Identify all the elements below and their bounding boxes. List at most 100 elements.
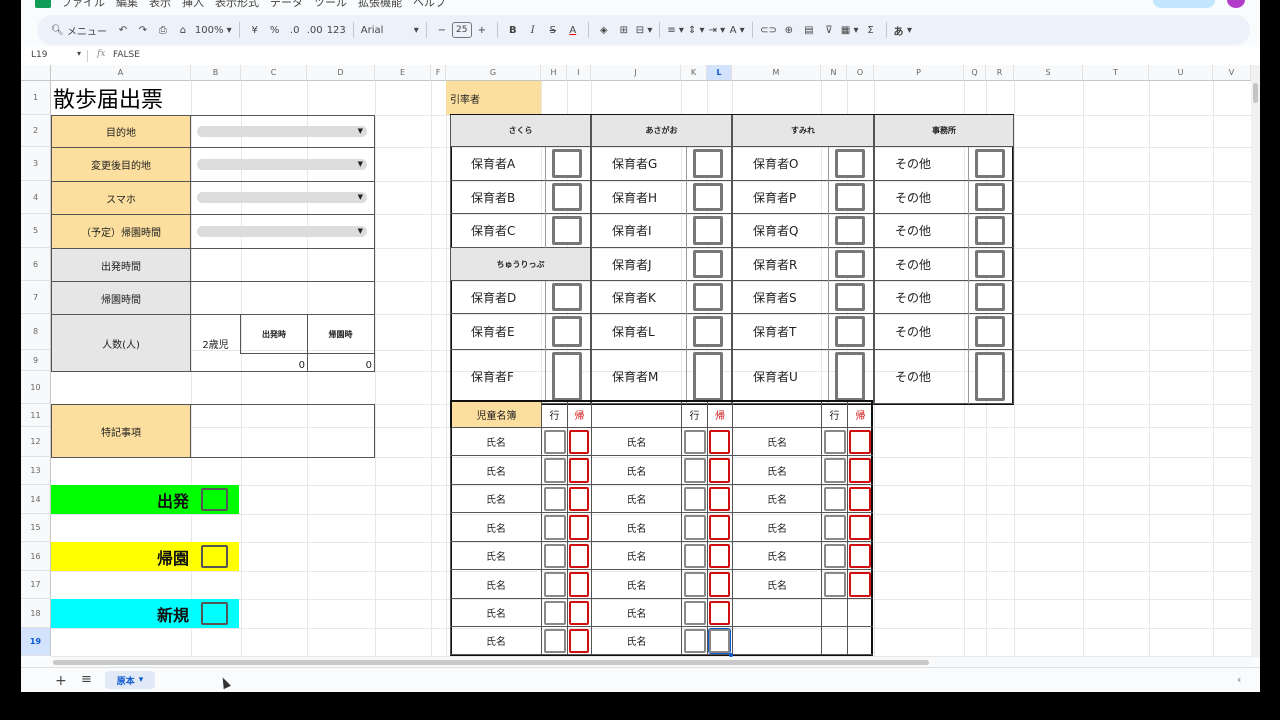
checkbox[interactable] [824,544,846,568]
horizontal-scrollbar[interactable] [51,657,1251,667]
checkbox[interactable] [849,515,871,540]
row-header[interactable]: 1 [21,81,51,115]
checkbox[interactable] [849,572,871,597]
roster-name-cell[interactable]: 氏名 [732,513,821,542]
column-header[interactable]: G [446,65,541,81]
name-box[interactable]: L19 [31,50,47,60]
row-header[interactable]: 15 [21,514,51,542]
checkbox[interactable] [552,216,582,245]
roster-name-cell[interactable]: 氏名 [591,428,681,456]
checkbox[interactable] [824,572,846,597]
checkbox[interactable] [684,430,706,454]
checkbox[interactable] [709,544,730,568]
row-header[interactable]: 6 [21,248,51,281]
column-header[interactable]: B [191,65,241,81]
back-cell[interactable] [847,627,873,655]
row-header[interactable]: 10 [21,371,51,404]
row-header[interactable]: 11 [21,404,51,427]
column-header[interactable]: P [874,65,964,81]
back-cell[interactable] [707,456,732,485]
back-cell[interactable] [707,513,732,542]
roster-name-cell[interactable]: 氏名 [591,570,681,599]
checkbox[interactable] [569,430,589,454]
go-cell[interactable] [541,570,567,599]
roster-name-cell[interactable]: 氏名 [450,513,541,542]
font-select[interactable]: Arial ▾ [359,19,421,41]
go-cell[interactable] [821,627,847,655]
borders-icon[interactable]: ⊞ [614,19,634,41]
input-tools-button[interactable]: あ ▾ [892,19,915,41]
checkbox[interactable] [835,250,865,278]
menu-item[interactable]: ヘルプ [413,0,446,10]
checkbox[interactable] [824,458,846,483]
functions-button[interactable]: Σ [861,19,881,41]
checkbox[interactable] [975,250,1005,278]
number-format-button[interactable]: 123 [325,19,348,41]
redo-icon[interactable]: ↷ [133,19,153,41]
go-cell[interactable] [681,627,707,655]
checkbox[interactable] [824,487,846,511]
column-header[interactable]: A [51,65,191,81]
roster-name-cell[interactable]: 氏名 [450,627,541,655]
row-header[interactable]: 18 [21,599,51,628]
back-cell[interactable] [847,485,873,513]
row-header[interactable]: 9 [21,350,51,371]
go-cell[interactable] [821,599,847,627]
column-header[interactable]: T [1083,65,1149,81]
chevron-down-icon[interactable]: ▼ [358,227,363,235]
column-header[interactable]: S [1014,65,1083,81]
insert-chart-icon[interactable]: ▤ [799,19,819,41]
chevron-down-icon[interactable]: ▾ [139,675,144,685]
column-header[interactable]: C [241,65,307,81]
row-header[interactable]: 17 [21,571,51,599]
filter-views-icon[interactable]: ▦ ▾ [839,19,861,41]
checkbox[interactable] [569,572,589,597]
share-button[interactable] [1153,0,1215,8]
menu-item[interactable]: 編集 [116,0,138,10]
column-header[interactable]: N [821,65,847,81]
checkbox[interactable] [544,487,566,511]
checkbox[interactable] [693,352,723,401]
dropdown-field[interactable]: ▼ [197,225,367,237]
back-cell[interactable] [707,485,732,513]
column-header[interactable]: U [1149,65,1213,81]
checkbox[interactable] [569,487,589,511]
go-cell[interactable] [681,513,707,542]
menu-item[interactable]: 挿入 [182,0,204,10]
checkbox[interactable] [824,515,846,540]
undo-icon[interactable]: ↶ [113,19,133,41]
form-value-cell[interactable] [190,248,375,282]
checkbox[interactable] [569,601,589,625]
roster-name-cell[interactable]: 氏名 [732,542,821,570]
fill-color-icon[interactable]: ◈ [594,19,614,41]
text-wrap-icon[interactable]: ⇥ ▾ [707,19,728,41]
row-header[interactable]: 13 [21,457,51,485]
currency-button[interactable]: ¥ [245,19,265,41]
checkbox[interactable] [693,316,723,347]
back-cell[interactable] [707,599,732,627]
dropdown-field[interactable]: ▼ [197,192,367,203]
checkbox[interactable] [544,430,566,454]
column-header[interactable]: J [591,65,681,81]
go-cell[interactable] [541,456,567,485]
checkbox[interactable] [709,430,730,454]
strikethrough-button[interactable]: S [543,19,563,41]
checkbox[interactable] [849,544,871,568]
roster-name-cell[interactable]: 氏名 [732,570,821,599]
checkbox[interactable] [684,487,706,511]
checkbox[interactable] [684,601,706,625]
form-value-cell[interactable] [190,281,375,315]
menu-item[interactable]: 表示形式 [215,0,259,10]
checkbox[interactable] [684,515,706,540]
back-cell[interactable] [567,485,591,513]
checkbox[interactable] [569,544,589,568]
back-cell[interactable] [567,627,591,655]
go-cell[interactable] [681,485,707,513]
vertical-scrollbar[interactable] [1251,65,1260,657]
checkbox[interactable] [693,216,723,245]
scroll-thumb[interactable] [53,660,929,665]
roster-name-cell[interactable]: 氏名 [450,456,541,485]
go-cell[interactable] [821,542,847,570]
checkbox[interactable] [693,250,723,278]
row-header[interactable]: 7 [21,281,51,314]
